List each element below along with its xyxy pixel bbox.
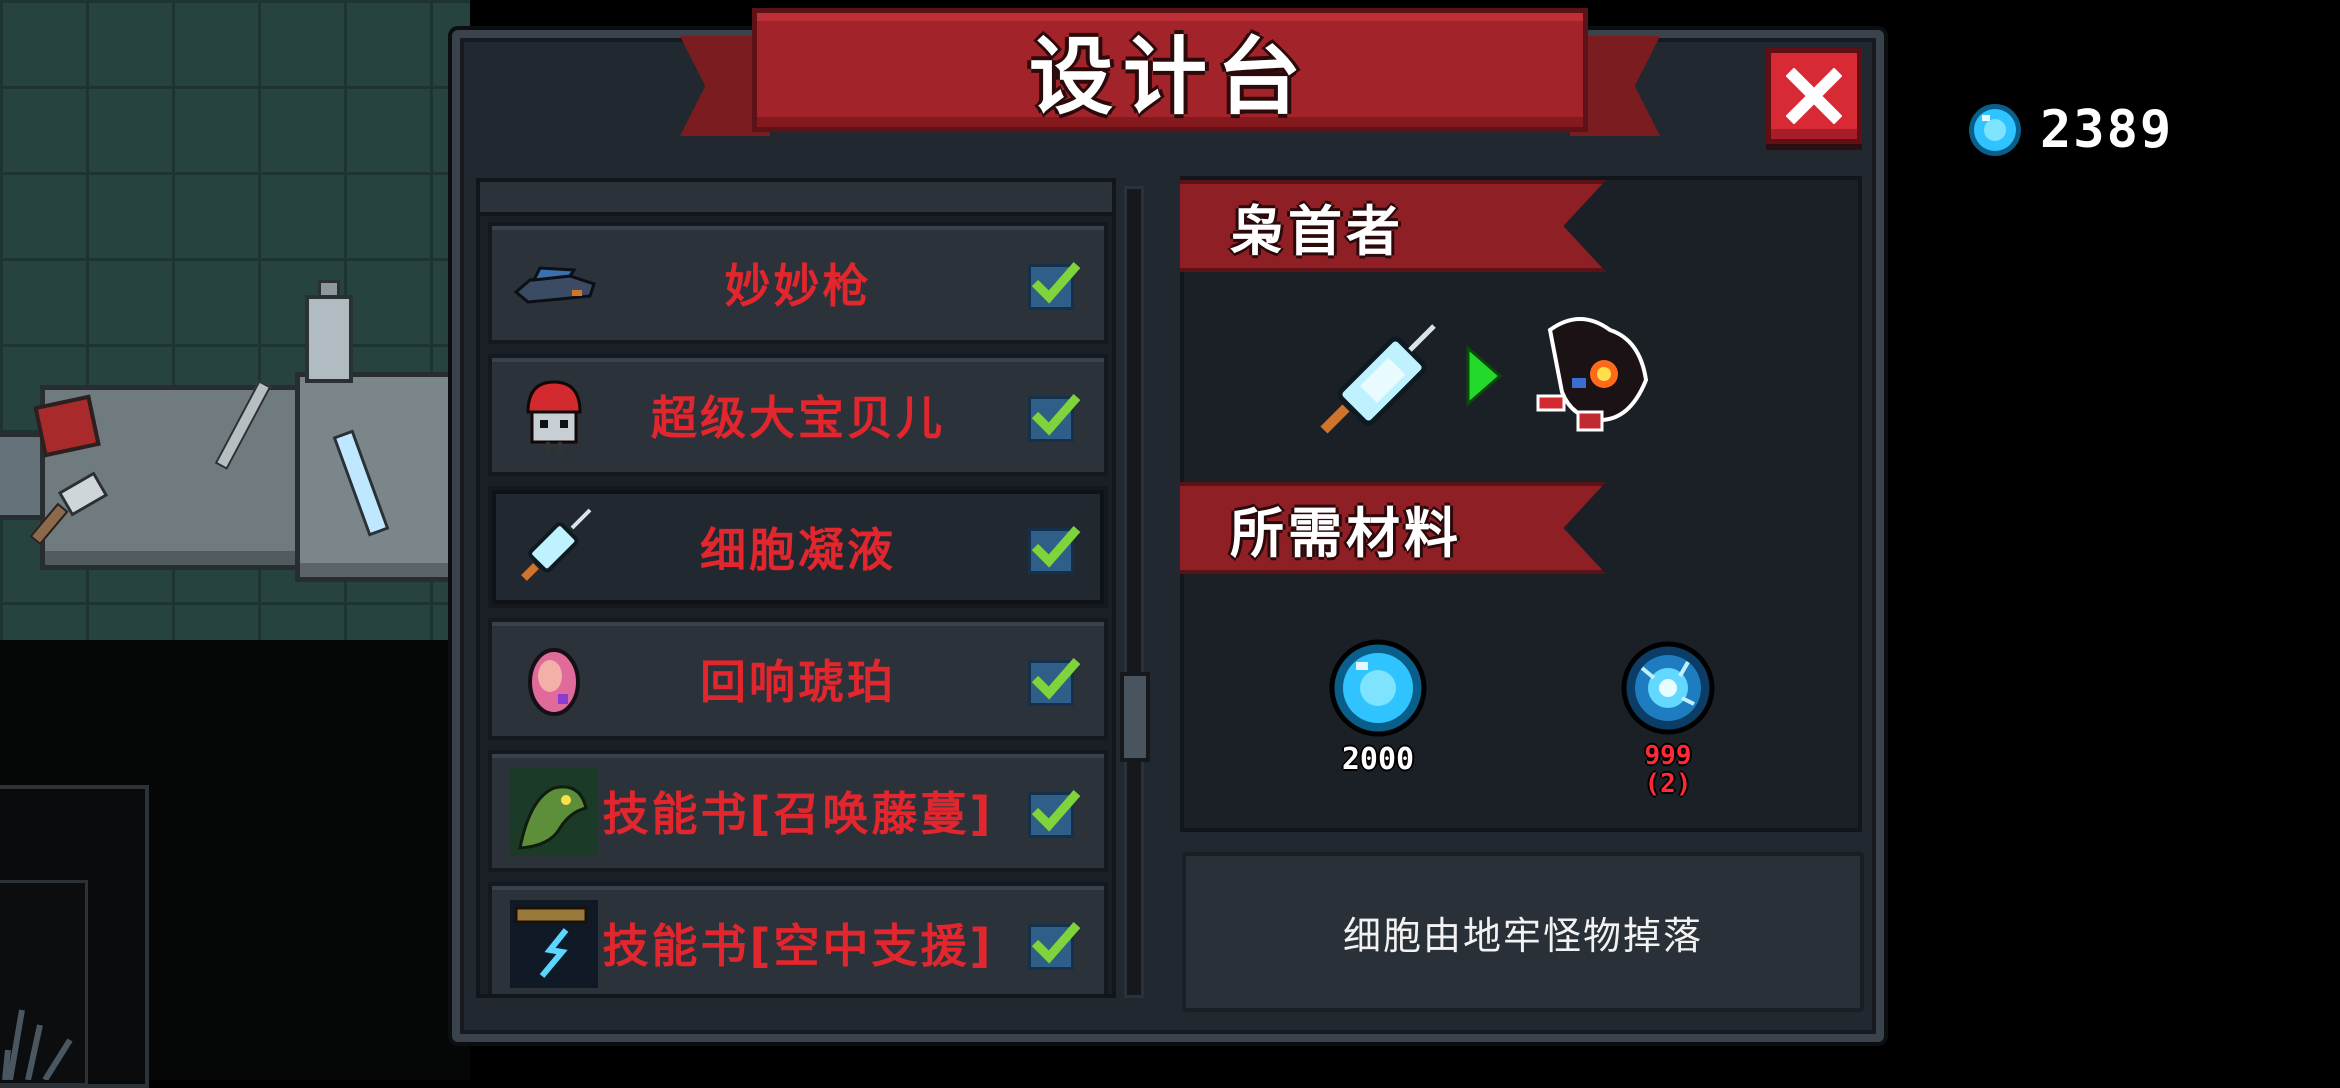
material-cell-owned: (2) <box>1644 769 1692 799</box>
craft-preview <box>1320 317 1649 434</box>
list-scrollbar-track[interactable] <box>1124 186 1144 998</box>
checkmark-icon <box>1031 790 1081 832</box>
description-text: 细胞由地牢怪物掉落 <box>1342 913 1703 958</box>
list-item-robot[interactable]: 超级大宝贝儿 <box>488 354 1108 476</box>
material-cell: 999 (2) <box>1616 638 1720 798</box>
syringe-icon <box>521 508 592 581</box>
blue-gem-icon <box>1965 100 2025 160</box>
checkmark-icon <box>1031 922 1081 964</box>
material-gem-amount: 2000 <box>1341 742 1415 777</box>
grass-decoration <box>2 1009 73 1080</box>
list-item-syringe[interactable]: 细胞凝液 <box>488 486 1108 608</box>
red-helmet-robot-icon <box>526 380 582 454</box>
list-item-skillbook-vine[interactable]: 技能书[召唤藤蔓] <box>488 750 1108 872</box>
weapon-name: 枭首者 <box>1230 199 1404 263</box>
list-item-label: 技能书[召唤藤蔓] <box>602 787 994 841</box>
workbench-edge <box>0 432 40 520</box>
gem-counter: 2389 <box>1964 95 2173 165</box>
list-item-skillbook-airsupport[interactable]: 技能书[空中支援] <box>488 882 1108 994</box>
list-item-gun[interactable]: 妙妙枪 <box>488 222 1108 344</box>
air-support-icon <box>510 900 598 988</box>
gem-count: 2389 <box>2040 100 2174 160</box>
checkbox[interactable] <box>1028 262 1081 310</box>
checkmark-icon <box>1031 394 1081 436</box>
material-description: 细胞由地牢怪物掉落 <box>1182 852 1864 1012</box>
weapon-name-banner: 枭首者 <box>1180 180 1606 272</box>
title-ribbon: 设计台 <box>680 8 1660 158</box>
amber-gem-icon <box>528 648 580 716</box>
checkmark-icon <box>1031 526 1081 568</box>
checkmark-icon <box>1031 658 1081 700</box>
list-row-partial <box>480 182 1112 216</box>
list-item-label: 妙妙枪 <box>724 259 872 313</box>
checkbox[interactable] <box>1028 394 1081 442</box>
list-item-label: 回响琥珀 <box>700 655 896 709</box>
ribbon-body: 设计台 <box>752 8 1588 132</box>
list-scrollbar-thumb[interactable] <box>1120 672 1150 762</box>
checkbox[interactable] <box>1028 790 1081 838</box>
gun-icon <box>513 266 596 304</box>
arrow-right-icon <box>1466 344 1503 408</box>
material-gem: 2000 <box>1326 638 1430 777</box>
checkbox[interactable] <box>1028 658 1081 706</box>
page-title: 设计台 <box>1028 27 1311 126</box>
material-cell-amount: 999 <box>1644 741 1692 771</box>
close-icon <box>1786 68 1842 124</box>
close-button[interactable] <box>1766 48 1862 144</box>
vine-monster-icon <box>510 768 598 856</box>
materials-banner: 所需材料 <box>1180 482 1606 574</box>
checkmark-icon <box>1031 262 1081 304</box>
checkbox[interactable] <box>1028 922 1081 970</box>
syringe-icon <box>1320 324 1436 434</box>
list-item-amber[interactable]: 回响琥珀 <box>488 618 1108 740</box>
list-item-label: 细胞凝液 <box>700 523 896 577</box>
blueprint-list[interactable]: 妙妙枪 超级大宝贝儿 细胞凝液 回响琥珀 技能书[召唤藤蔓] 技能书[空中支援] <box>476 178 1116 998</box>
materials-heading: 所需材料 <box>1230 501 1462 565</box>
list-item-label: 超级大宝贝儿 <box>651 391 945 445</box>
gas-tank <box>305 295 353 383</box>
blue-gem-icon <box>1329 639 1427 737</box>
cell-orb-icon <box>1621 641 1715 735</box>
checkbox[interactable] <box>1028 526 1081 574</box>
list-item-label: 技能书[空中支援] <box>602 919 994 973</box>
beheader-weapon-icon <box>1536 317 1649 432</box>
